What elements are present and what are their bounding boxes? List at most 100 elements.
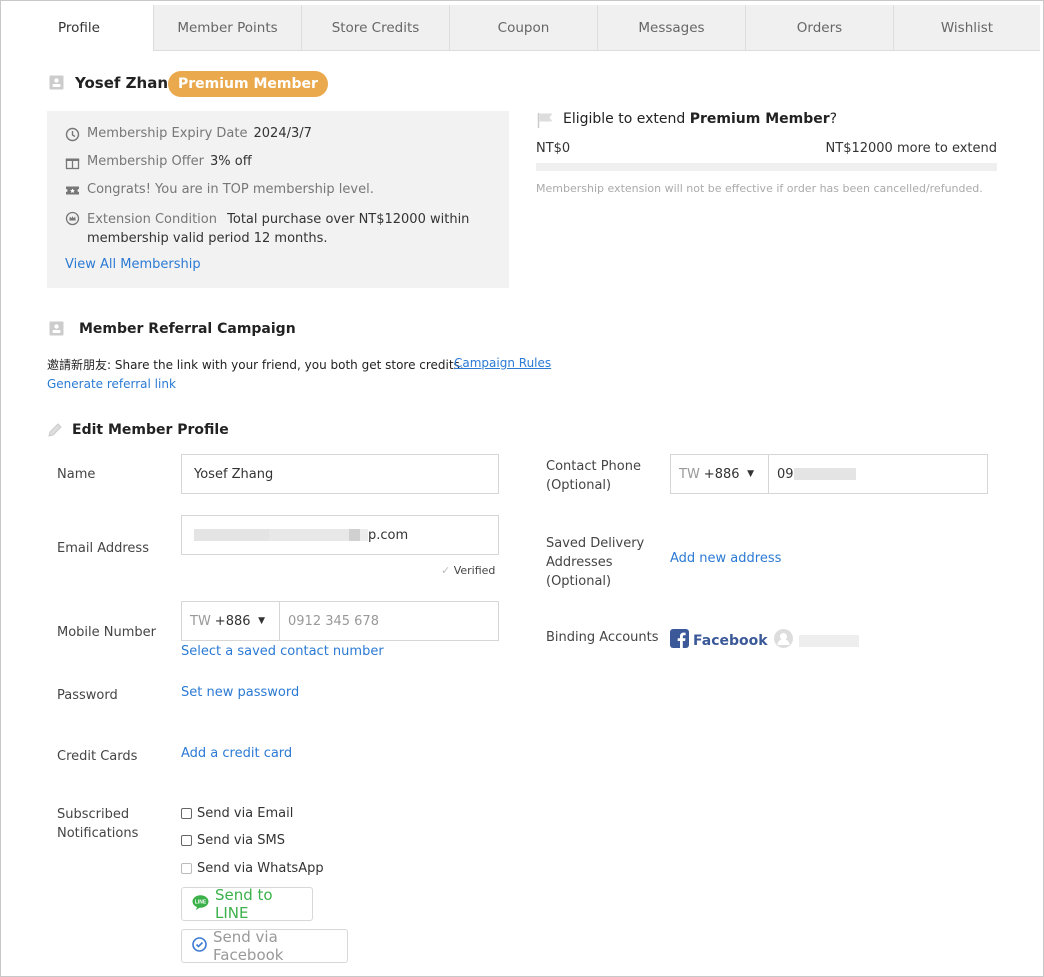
send-sms-checkbox[interactable]: Send via SMS xyxy=(181,833,285,848)
contact-country-select[interactable]: TW +886 ▼ xyxy=(671,455,769,493)
send-via-facebook-button[interactable]: Send via Facebook xyxy=(181,928,348,964)
notifications-label-line1: Subscribed xyxy=(57,807,130,822)
notifications-label-line2: Notifications xyxy=(57,826,139,841)
extend-title-suffix: ? xyxy=(829,111,838,127)
facebook-label: Facebook xyxy=(693,632,768,649)
tab-profile[interactable]: Profile xyxy=(5,5,153,51)
gift-icon xyxy=(65,155,81,171)
notifications-label: Subscribed Notifications xyxy=(57,805,138,843)
facebook-binding[interactable]: Facebook xyxy=(670,629,859,652)
saved-delivery-line2: Addresses xyxy=(546,555,613,570)
campaign-rules-link[interactable]: Campaign Rules xyxy=(454,356,551,370)
svg-text:LINE: LINE xyxy=(195,899,207,905)
send-whatsapp-checkbox[interactable]: Send via WhatsApp xyxy=(181,861,324,876)
page-frame: Profile Member Points Store Credits Coup… xyxy=(0,0,1044,977)
send-email-label: Send via Email xyxy=(197,806,294,821)
send-whatsapp-label: Send via WhatsApp xyxy=(197,861,324,876)
flag-icon xyxy=(537,112,555,132)
binding-accounts-label: Binding Accounts xyxy=(546,630,659,645)
mobile-country-select[interactable]: TW +886 ▼ xyxy=(182,602,280,640)
line-icon: LINE xyxy=(192,894,209,914)
password-label: Password xyxy=(57,688,118,703)
email-redacted-4 xyxy=(360,529,368,541)
top-level-row: Congrats! You are in TOP membership leve… xyxy=(65,182,374,199)
tab-member-points[interactable]: Member Points xyxy=(153,5,301,51)
contact-country: TW xyxy=(679,466,700,482)
user-card-icon xyxy=(49,75,64,94)
set-password-link[interactable]: Set new password xyxy=(181,685,299,700)
extension-value-line1: Total purchase over NT$12000 within xyxy=(227,212,470,227)
chevron-down-icon: ▼ xyxy=(747,469,754,479)
mobile-number-field[interactable]: 0912 345 678 xyxy=(288,614,379,629)
ticket-icon xyxy=(65,183,81,199)
generate-referral-link[interactable]: Generate referral link xyxy=(47,377,176,391)
email-redacted-2 xyxy=(269,529,349,541)
contact-redacted xyxy=(793,468,856,480)
mobile-label: Mobile Number xyxy=(57,625,156,640)
offer-row: Membership Offer 3% off xyxy=(65,154,252,171)
extension-label: Extension Condition xyxy=(87,212,217,227)
extend-title-bold: Premium Member xyxy=(689,111,830,127)
saved-delivery-line1: Saved Delivery xyxy=(546,536,645,551)
extend-note: Membership extension will not be effecti… xyxy=(536,182,983,195)
top-level-text: Congrats! You are in TOP membership leve… xyxy=(87,182,374,197)
credit-cards-label: Credit Cards xyxy=(57,749,138,764)
offer-label: Membership Offer xyxy=(87,154,205,169)
contact-phone-label: Contact Phone (Optional) xyxy=(546,457,641,495)
checkbox-box xyxy=(181,863,192,874)
name-label: Name xyxy=(57,467,96,482)
saved-delivery-line3: (Optional) xyxy=(546,574,612,589)
mobile-input: TW +886 ▼ 0912 345 678 xyxy=(181,601,499,641)
check-icon: ✓ xyxy=(441,564,451,577)
extension-value-line2: membership valid period 12 months. xyxy=(87,231,328,246)
send-email-checkbox[interactable]: Send via Email xyxy=(181,806,293,821)
contact-phone-input: TW +886 ▼ 09 xyxy=(670,454,988,494)
name-value: Yosef Zhang xyxy=(194,466,274,482)
add-new-address-link[interactable]: Add new address xyxy=(670,551,781,566)
expiry-label: Membership Expiry Date xyxy=(87,126,248,141)
extension-row: Extension Condition Total purchase over … xyxy=(65,210,469,248)
view-all-membership-link[interactable]: View All Membership xyxy=(65,257,201,272)
extend-current: NT$0 xyxy=(536,141,571,156)
edit-profile-title: Edit Member Profile xyxy=(72,422,229,438)
extension-text: Extension Condition Total purchase over … xyxy=(87,210,469,248)
chevron-down-icon: ▼ xyxy=(258,616,265,626)
send-to-line-button[interactable]: LINE Send to LINE xyxy=(181,886,313,922)
contact-code: +886 xyxy=(703,466,740,482)
membership-badge: Premium Member xyxy=(168,71,328,97)
email-redacted-3 xyxy=(349,529,360,541)
name-input[interactable]: Yosef Zhang xyxy=(181,454,499,494)
contact-number-field[interactable]: 09 xyxy=(777,467,856,482)
offer-value: 3% off xyxy=(210,154,252,169)
email-visible-part: p.com xyxy=(368,527,409,543)
email-input[interactable]: p.com xyxy=(181,515,499,555)
clock-icon xyxy=(65,127,81,143)
contact-visible-part: 09 xyxy=(777,466,794,482)
extend-title-prefix: Eligible to extend xyxy=(563,111,690,127)
messenger-check-icon xyxy=(192,936,207,956)
send-via-facebook-label: Send via Facebook xyxy=(213,928,284,964)
tab-wishlist[interactable]: Wishlist xyxy=(893,5,1040,51)
add-credit-card-link[interactable]: Add a credit card xyxy=(181,746,292,761)
facebook-icon xyxy=(670,629,689,652)
referral-description: 邀請新朋友: Share the link with your friend, … xyxy=(47,358,464,372)
saved-delivery-label: Saved Delivery Addresses (Optional) xyxy=(546,534,644,591)
checkbox-box xyxy=(181,808,192,819)
tab-messages[interactable]: Messages xyxy=(597,5,745,51)
expiry-value: 2024/3/7 xyxy=(253,126,312,141)
checkbox-box xyxy=(181,835,192,846)
send-to-line-label: Send to LINE xyxy=(215,886,273,922)
membership-info-box: Membership Expiry Date 2024/3/7 Membersh… xyxy=(47,111,509,288)
send-sms-label: Send via SMS xyxy=(197,833,285,848)
crown-icon xyxy=(65,211,81,227)
tab-orders[interactable]: Orders xyxy=(745,5,893,51)
account-name-redacted xyxy=(798,634,859,647)
select-saved-contact-link[interactable]: Select a saved contact number xyxy=(181,644,384,659)
verified-text: Verified xyxy=(453,564,496,577)
tab-store-credits[interactable]: Store Credits xyxy=(301,5,449,51)
referral-title: Member Referral Campaign xyxy=(79,321,296,337)
mobile-code: +886 xyxy=(214,613,251,629)
tab-coupon[interactable]: Coupon xyxy=(449,5,597,51)
extend-progress-bar xyxy=(536,163,997,171)
referral-icon xyxy=(49,321,64,340)
